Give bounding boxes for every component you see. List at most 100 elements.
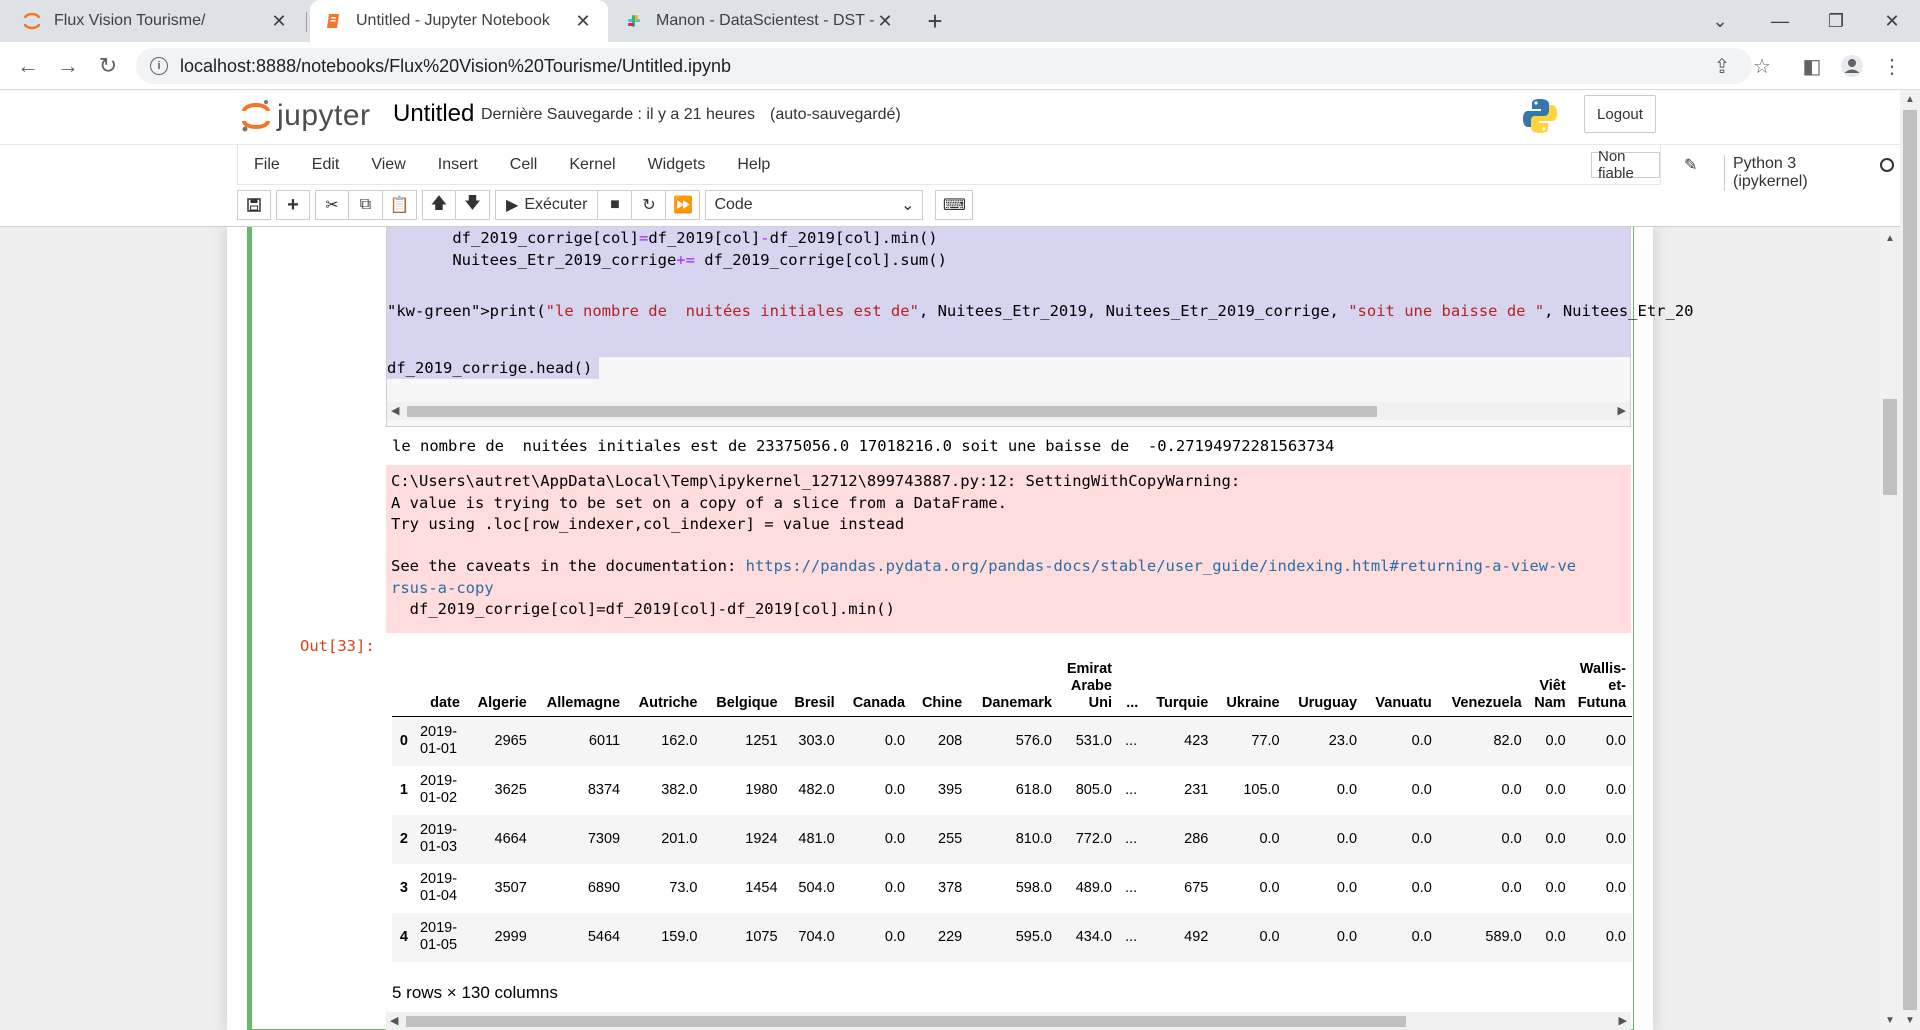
url-field[interactable]: i localhost:8888/notebooks/Flux%20Vision…	[136, 48, 1752, 84]
jupyter-header: jupyter Untitled Dernière Sauvegarde : i…	[0, 90, 1900, 145]
scrollbar-thumb[interactable]	[406, 1016, 1406, 1027]
scroll-right-icon[interactable]: ▶	[1618, 404, 1626, 417]
code-horizontal-scrollbar[interactable]: ◀ ▶	[387, 402, 1630, 420]
table-cell: 7309	[587, 830, 621, 847]
scroll-up-icon[interactable]: ▲	[1885, 233, 1895, 244]
column-header: date	[430, 695, 460, 711]
browser-tab-untitled[interactable]: Untitled - Jupyter Notebook ✕	[310, 0, 608, 42]
table-cell: 395	[938, 781, 963, 798]
trust-button[interactable]: Non fiable	[1591, 148, 1660, 182]
menu-edit[interactable]: Edit	[296, 145, 356, 185]
fast-forward-icon[interactable]: ⏩	[666, 190, 701, 220]
column-header: Ukraine	[1226, 695, 1280, 711]
url-text: localhost:8888/notebooks/Flux%20Vision%2…	[180, 55, 731, 76]
close-icon[interactable]: ✕	[572, 10, 594, 32]
save-icon[interactable]	[237, 190, 271, 220]
forward-arrow-icon[interactable]: →	[52, 50, 84, 82]
code-line-2: Nuitees_Etr_2019_corrige+= df_2019_corri…	[387, 251, 947, 269]
menu-insert[interactable]: Insert	[422, 145, 494, 185]
menu-help[interactable]: Help	[721, 145, 786, 185]
new-tab-button[interactable]: +	[920, 6, 950, 36]
menu-view[interactable]: View	[355, 145, 421, 185]
browser-tab-flux-vision[interactable]: Flux Vision Tourisme/ ✕	[8, 0, 304, 42]
table-row: 0 2019-01-01 2965 6011 162.0 1251 303.0 0.0 208 5…	[392, 716, 1632, 766]
table-row: 3 2019-01-04 3507 6890 73.0 1454 504.0 0.0 378 59…	[392, 863, 1632, 913]
page-vertical-scrollbar[interactable]: ▲ ▼	[1900, 90, 1920, 1030]
docs-link[interactable]: https://pandas.pydata.org/pandas-docs/st…	[746, 557, 1577, 575]
share-icon[interactable]: ⇪	[1706, 50, 1738, 82]
close-icon[interactable]: ✕	[268, 10, 290, 32]
notebook-vertical-scrollbar[interactable]: ▲ ▼	[1880, 227, 1900, 1030]
keyboard-icon[interactable]: ⌨	[935, 190, 974, 220]
cell-type-select[interactable]: Code ⌄	[705, 190, 924, 220]
scroll-down-icon[interactable]: ▼	[1885, 1015, 1895, 1026]
output-horizontal-scrollbar[interactable]: ◀ ▶	[386, 1012, 1631, 1030]
info-icon[interactable]: i	[150, 57, 168, 75]
table-cell: 1075	[745, 928, 778, 945]
table-cell: 4664	[494, 830, 527, 847]
window-close-icon[interactable]: ✕	[1864, 0, 1920, 42]
stderr-line: C:\Users\autret\AppData\Local\Temp\ipyke…	[391, 472, 1241, 490]
stop-icon[interactable]: ■	[598, 190, 633, 220]
column-header: Vanuatu	[1375, 695, 1432, 711]
back-arrow-icon[interactable]: ←	[12, 50, 44, 82]
table-cell: 0.0	[884, 781, 906, 798]
table-cell: 82.0	[1493, 732, 1522, 749]
profile-avatar-icon[interactable]	[1836, 50, 1868, 82]
code-line-3: "kw-green">print("le nombre de nuitées i…	[387, 302, 1694, 320]
jupyter-logo-icon	[242, 100, 270, 132]
run-button[interactable]: ▶ Exécuter	[495, 190, 599, 220]
restart-icon[interactable]: ↻	[632, 190, 667, 220]
table-cell: 805.0	[1075, 781, 1112, 798]
menu-file[interactable]: File	[238, 145, 296, 185]
scroll-down-icon[interactable]: ▼	[1905, 1015, 1915, 1026]
stdout-output: le nombre de nuitées initiales est de 23…	[392, 437, 1335, 455]
side-panel-icon[interactable]: ◧	[1796, 50, 1828, 82]
browser-tab-slack[interactable]: Manon - DataScientest - DST - D ✕	[610, 0, 910, 42]
reload-icon[interactable]: ↻	[92, 50, 124, 82]
tab-search-chevron-icon[interactable]: ⌄	[1692, 0, 1748, 42]
copy-icon[interactable]: ⧉	[349, 190, 383, 220]
cut-icon[interactable]: ✂	[315, 190, 349, 220]
docs-link-continued[interactable]: rsus-a-copy	[391, 579, 494, 597]
jupyter-logo[interactable]: jupyter	[241, 98, 371, 134]
pencil-icon[interactable]: ✎	[1684, 155, 1697, 175]
scrollbar-thumb[interactable]	[1883, 399, 1897, 495]
scrollbar-thumb[interactable]	[1903, 110, 1917, 1010]
code-cell[interactable]: df_2019_corrige[col]=df_2019[col]-df_201…	[247, 227, 1693, 1030]
scrollbar-thumb[interactable]	[407, 406, 1377, 417]
plus-icon[interactable]: +	[276, 190, 310, 220]
table-cell: 0.0	[1259, 830, 1280, 847]
arrow-up-icon[interactable]: 🡅	[422, 190, 456, 220]
scroll-right-icon[interactable]: ▶	[1619, 1014, 1627, 1027]
restore-icon[interactable]: ❐	[1808, 0, 1864, 42]
minimize-icon[interactable]: —	[1752, 0, 1808, 42]
close-icon[interactable]: ✕	[874, 10, 896, 32]
table-cell: 378	[938, 879, 963, 896]
menu-widgets[interactable]: Widgets	[632, 145, 722, 185]
arrow-down-icon[interactable]: 🡇	[456, 190, 490, 220]
table-cell: 3625	[494, 781, 527, 798]
kernel-name: Python 3 (ipykernel)	[1724, 155, 1808, 191]
scroll-left-icon[interactable]: ◀	[391, 404, 399, 417]
logout-button[interactable]: Logout	[1584, 95, 1656, 133]
table-cell: 1251	[745, 732, 778, 749]
menu-cell[interactable]: Cell	[494, 145, 554, 185]
paste-icon[interactable]: 📋	[383, 190, 417, 220]
code-editor[interactable]: df_2019_corrige[col]=df_2019[col]-df_201…	[386, 227, 1693, 427]
browser-menu-icon[interactable]: ⋮	[1876, 50, 1908, 82]
scroll-left-icon[interactable]: ◀	[390, 1014, 398, 1027]
row-index: 4	[399, 928, 408, 945]
table-cell: 810.0	[1015, 830, 1052, 847]
table-cell: 0.0	[884, 830, 906, 847]
table-cell: 0.0	[1336, 928, 1358, 945]
scroll-up-icon[interactable]: ▲	[1905, 94, 1915, 105]
bookmark-star-icon[interactable]: ☆	[1746, 50, 1778, 82]
table-cell: 0.0	[884, 879, 906, 896]
column-header: Turquie	[1156, 695, 1209, 711]
notebook-name[interactable]: Untitled	[393, 100, 474, 128]
table-cell: 0.0	[1545, 830, 1566, 847]
code-line-4: df_2019_corrige.head()	[387, 359, 593, 377]
menu-kernel[interactable]: Kernel	[553, 145, 631, 185]
tab-separator	[306, 12, 307, 32]
